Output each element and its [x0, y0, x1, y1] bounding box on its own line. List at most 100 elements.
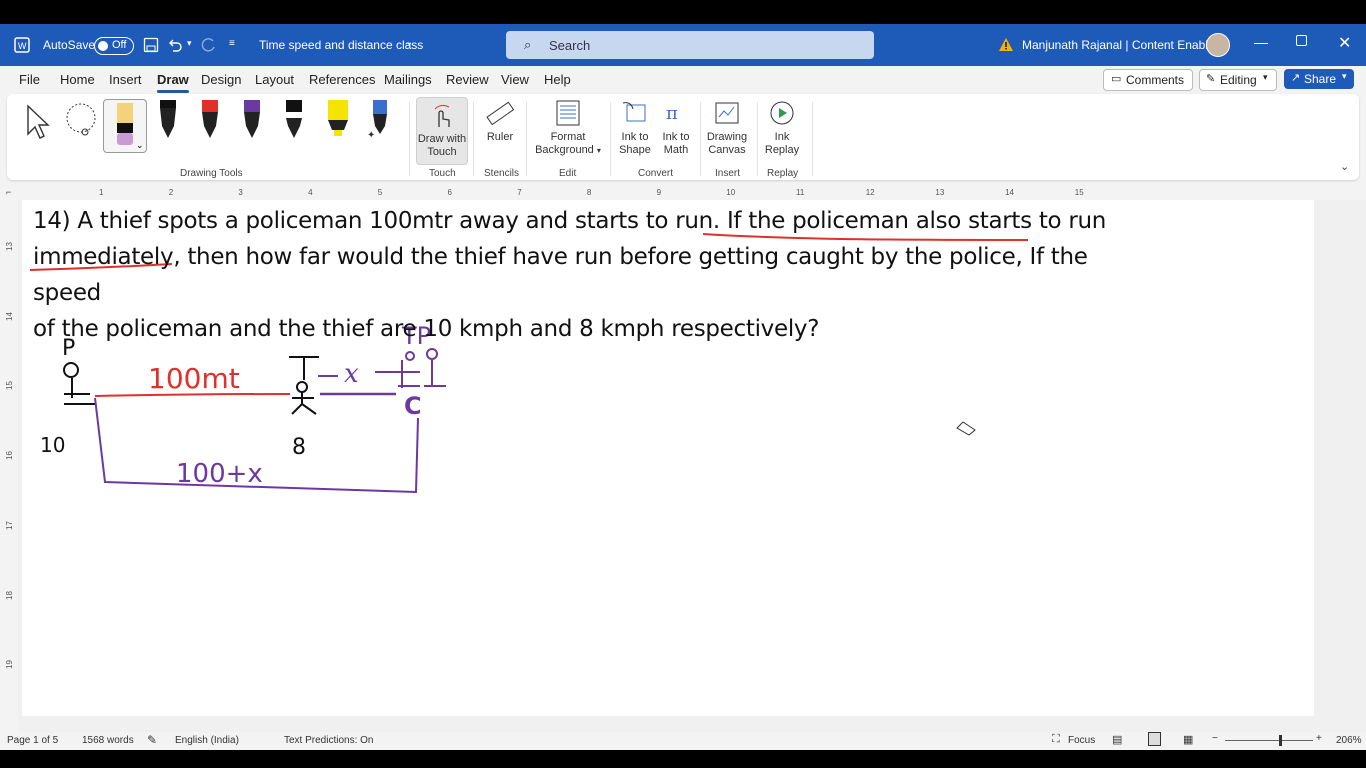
eraser-button[interactable]: ⌄ — [103, 99, 147, 153]
collapse-ribbon-icon[interactable]: ⌄ — [1340, 160, 1349, 173]
customize-qat-icon[interactable]: ≡ — [229, 38, 235, 49]
ruler-button[interactable]: Ruler — [479, 99, 521, 144]
tab-design[interactable]: Design — [201, 72, 241, 87]
search-box[interactable]: ⌕ Search — [506, 31, 874, 59]
save-icon[interactable] — [143, 37, 159, 53]
read-mode-icon[interactable]: ▤ — [1112, 733, 1122, 746]
tab-review[interactable]: Review — [446, 72, 489, 87]
ink-shape-label-2: Shape — [619, 144, 651, 156]
autosave-toggle[interactable]: Off — [94, 37, 134, 55]
editing-button[interactable]: ✎ Editing ▾ — [1199, 69, 1277, 91]
proofing-icon[interactable]: ✎ — [147, 733, 157, 747]
galaxy-pen-icon[interactable] — [283, 100, 305, 142]
ink-label-x: x — [344, 359, 359, 389]
group-label-drawing-tools: Drawing Tools — [180, 168, 243, 179]
minimize-icon[interactable]: — — [1254, 34, 1268, 50]
restore-icon[interactable] — [1296, 35, 1307, 46]
lasso-select-icon[interactable] — [63, 102, 101, 140]
vruler-number: 15 — [4, 381, 14, 391]
ink-to-math-button[interactable]: π Ink to Math — [656, 99, 696, 157]
tab-insert[interactable]: Insert — [109, 72, 142, 87]
ink-shape-label-1: Ink to — [621, 131, 649, 143]
question-line1-b: If the policeman also starts to run — [726, 208, 1107, 234]
page-count[interactable]: Page 1 of 5 — [7, 735, 58, 746]
format-background-icon — [556, 100, 580, 126]
purple-pen-icon[interactable] — [241, 100, 263, 142]
zoom-level[interactable]: 206% — [1336, 735, 1362, 746]
ruler-icon — [486, 101, 515, 126]
undo-dropdown-icon[interactable]: ▾ — [187, 38, 192, 49]
tab-references[interactable]: References — [309, 72, 375, 87]
focus-button[interactable]: Focus — [1068, 735, 1095, 746]
select-cursor-icon[interactable] — [25, 104, 51, 140]
ribbon-tab-bar: File Home Insert Draw Design Layout Refe… — [0, 66, 1366, 94]
ruler-number: 7 — [517, 188, 522, 197]
tab-draw[interactable]: Draw — [157, 72, 189, 93]
vruler-number: 18 — [4, 590, 14, 600]
horizontal-ruler[interactable]: ⌐ 1 2 3 4 5 6 7 8 9 10 11 12 13 14 15 — [0, 186, 1366, 200]
ruler-number: 11 — [796, 188, 805, 197]
tab-help[interactable]: Help — [544, 72, 571, 87]
ruler-number: 15 — [1074, 188, 1084, 197]
format-background-button[interactable]: Format Background ▾ — [531, 99, 605, 157]
print-layout-icon[interactable] — [1148, 732, 1161, 746]
chevron-down-icon[interactable]: ⌄ — [136, 140, 144, 151]
autosave-state: Off — [112, 39, 127, 51]
chevron-down-icon: ▾ — [596, 146, 601, 155]
share-button[interactable]: ↗ Share ▾ — [1284, 69, 1354, 89]
ink-label-p-speed: 10 — [40, 433, 65, 457]
draw-with-touch-button[interactable]: Draw with Touch — [416, 97, 468, 165]
language[interactable]: English (India) — [175, 735, 239, 746]
word-app-icon[interactable]: W — [14, 37, 30, 53]
title-chevron-icon[interactable]: ⌄ — [405, 37, 413, 48]
user-name[interactable]: Manjunath Rajanal | Content Enablers — [1022, 38, 1225, 52]
share-label: Share — [1304, 72, 1337, 86]
focus-icon[interactable]: ⛶ — [1052, 733, 1060, 746]
drawing-canvas-button[interactable]: Drawing Canvas — [704, 99, 750, 157]
tab-view[interactable]: View — [501, 72, 529, 87]
group-label-replay: Replay — [767, 168, 799, 179]
warning-icon[interactable] — [998, 37, 1014, 52]
zoom-in-icon[interactable]: + — [1316, 733, 1322, 744]
redo-icon[interactable] — [201, 37, 217, 53]
tab-file[interactable]: File — [19, 72, 40, 87]
tab-layout[interactable]: Layout — [255, 72, 294, 87]
avatar[interactable] — [1206, 33, 1230, 57]
ink-math-label-2: Math — [663, 144, 689, 156]
question-text[interactable]: 14) A thief spots a policeman 100mtr awa… — [33, 203, 1153, 347]
ruler-number: 14 — [1005, 188, 1014, 197]
ruler-label: Ruler — [486, 131, 514, 143]
draw-touch-label-2: Touch — [427, 146, 457, 158]
vertical-ruler[interactable]: 13 14 15 16 17 18 19 — [0, 200, 18, 732]
word-count[interactable]: 1568 words — [82, 735, 134, 746]
action-pen-icon[interactable]: ✦ — [367, 100, 393, 142]
document-title[interactable]: Time speed and distance class — [259, 38, 423, 52]
tab-selector-icon[interactable]: ⌐ — [6, 187, 11, 197]
tab-home[interactable]: Home — [60, 72, 95, 87]
yellow-highlighter-icon[interactable] — [325, 100, 351, 142]
ink-replay-button[interactable]: Ink Replay — [762, 99, 802, 157]
group-label-stencils: Stencils — [484, 168, 520, 179]
close-icon[interactable]: ✕ — [1338, 33, 1351, 53]
ribbon-draw: ⌄ ✦ Drawing Tools Draw with Touch Touch … — [7, 94, 1359, 180]
red-pen-icon[interactable] — [199, 100, 221, 142]
web-layout-icon[interactable]: ▦ — [1183, 733, 1193, 746]
status-bar: Page 1 of 5 1568 words ✎ English (India)… — [0, 732, 1366, 750]
autosave-label: AutoSave — [43, 38, 96, 52]
svg-text:✦: ✦ — [367, 130, 375, 141]
comments-button[interactable]: ▭ Comments — [1103, 69, 1193, 91]
search-placeholder: Search — [549, 38, 591, 53]
svg-text:π: π — [666, 103, 678, 124]
black-pen-icon[interactable] — [157, 100, 179, 142]
text-predictions[interactable]: Text Predictions: On — [284, 735, 373, 746]
group-label-edit: Edit — [559, 168, 577, 179]
zoom-out-icon[interactable]: − — [1212, 733, 1218, 744]
ink-to-shape-button[interactable]: Ink to Shape — [615, 99, 655, 157]
ink-label-c: C — [404, 392, 422, 420]
tab-mailings[interactable]: Mailings — [384, 72, 432, 87]
zoom-slider[interactable] — [1225, 735, 1313, 746]
zoom-thumb[interactable] — [1279, 735, 1282, 746]
undo-icon[interactable] — [167, 37, 183, 53]
ruler-number: 2 — [168, 188, 174, 197]
ink-label-distance: 100mt — [148, 362, 240, 395]
